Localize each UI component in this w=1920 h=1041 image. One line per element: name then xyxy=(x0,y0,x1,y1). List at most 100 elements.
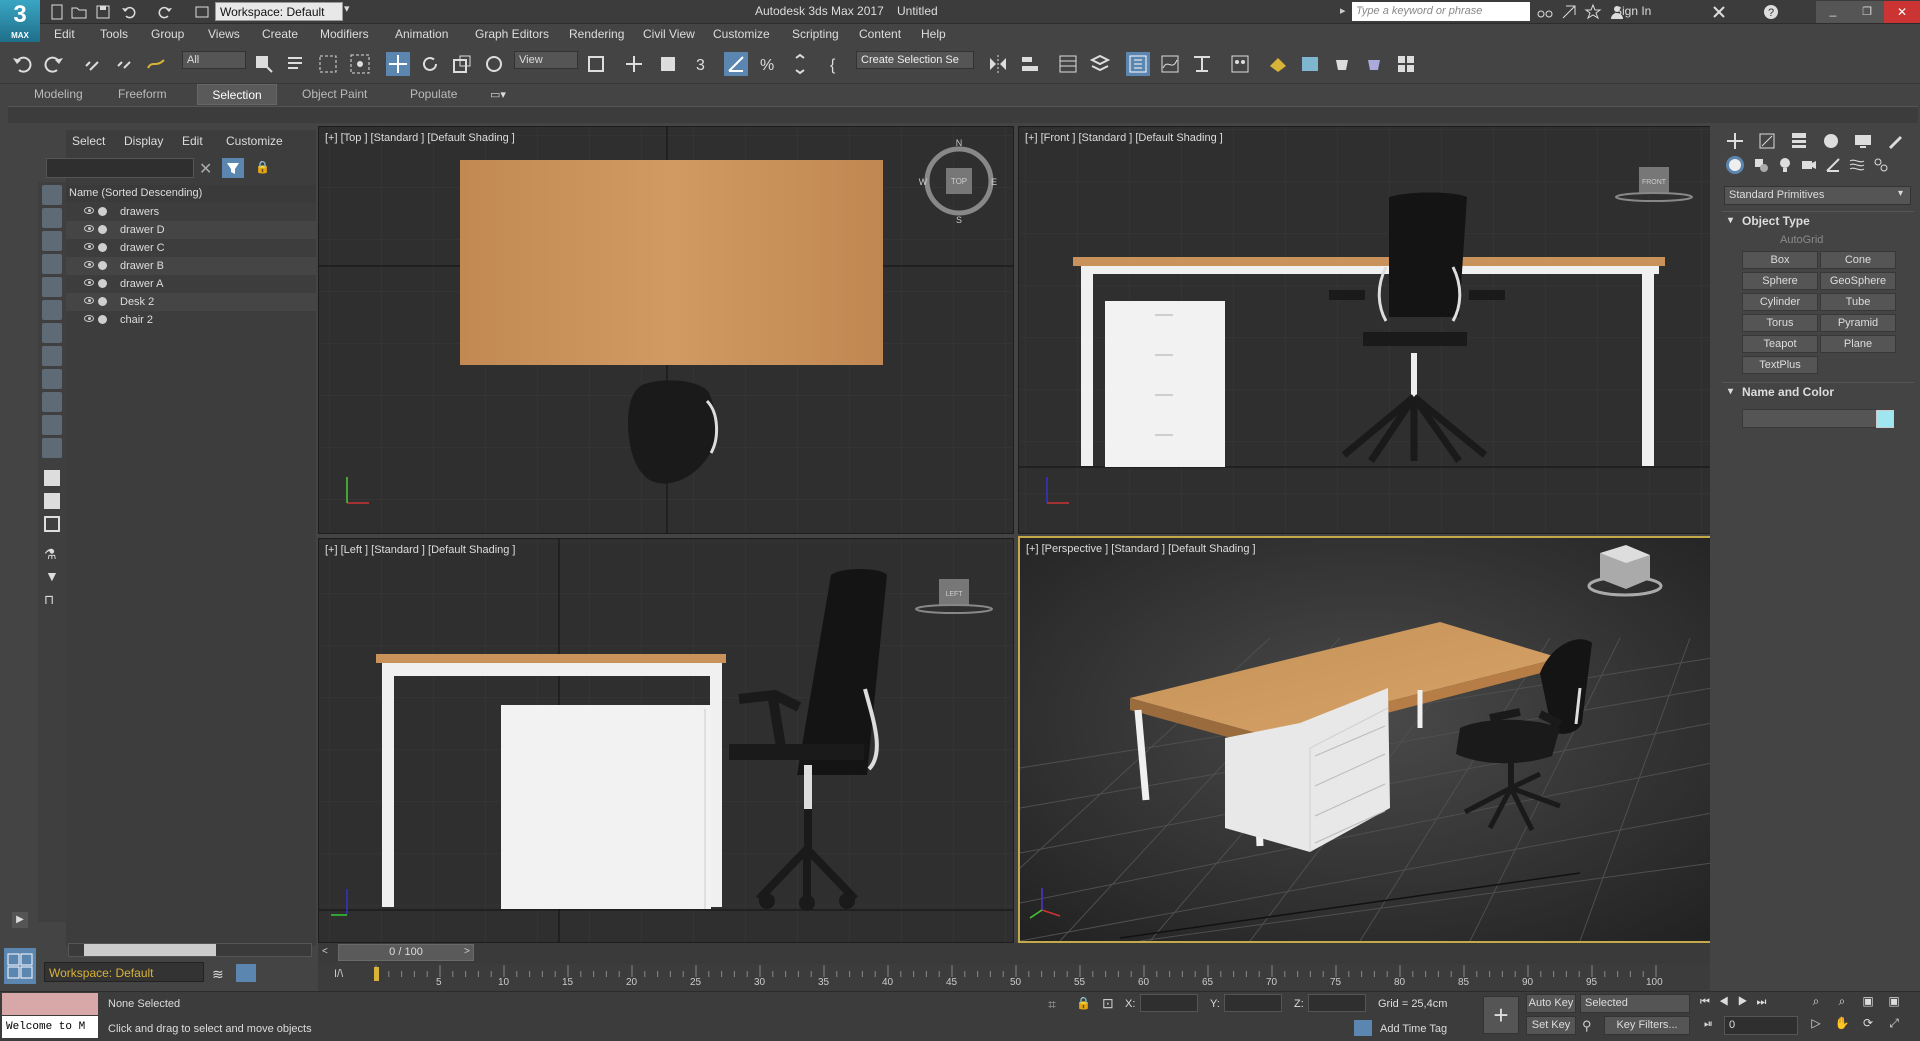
save-file-icon[interactable] xyxy=(94,3,112,21)
search-input[interactable]: Type a keyword or phrase xyxy=(1352,2,1530,21)
render-cloud-icon[interactable] xyxy=(1394,52,1418,76)
maxscript-listener-top[interactable] xyxy=(2,993,98,1015)
move-icon[interactable] xyxy=(386,52,410,76)
shapes-icon[interactable] xyxy=(1752,156,1770,174)
next-frame-icon[interactable]: > xyxy=(464,946,470,957)
search-arrow-icon[interactable]: ▸ xyxy=(1340,4,1346,17)
edit-named-selection-icon[interactable]: { xyxy=(826,52,850,76)
viewport-left[interactable]: [+] [Left ] [Standard ] [Default Shading… xyxy=(318,538,1014,943)
tab-populate[interactable]: Populate xyxy=(400,84,467,105)
menu-civil-view[interactable]: Civil View xyxy=(643,27,695,41)
sx-filter-icon[interactable] xyxy=(222,158,244,178)
viewport-label[interactable]: [+] [Left ] [Standard ] [Default Shading… xyxy=(325,544,515,556)
layer-icon[interactable] xyxy=(44,493,60,509)
isolate-selection-icon[interactable]: ⌗ xyxy=(1048,996,1056,1013)
material-editor-icon[interactable] xyxy=(1228,52,1252,76)
zoom-extents-all-icon[interactable]: ▣ xyxy=(1882,994,1906,1013)
time-slider[interactable]: 0 / 100 xyxy=(338,944,474,961)
display-helpers-icon[interactable] xyxy=(42,277,62,297)
motion-tab-icon[interactable] xyxy=(1820,130,1842,152)
unlink-icon[interactable] xyxy=(112,52,136,76)
display-hidden-icon[interactable] xyxy=(42,438,62,458)
viewport-label[interactable]: [+] [Top ] [Standard ] [Default Shading … xyxy=(325,132,515,144)
playback-controls[interactable]: ⏮◀▶⏭ xyxy=(1700,996,1775,1009)
sign-in-link[interactable]: Sign In xyxy=(1614,4,1651,18)
sx-lock-icon[interactable]: 🔒 xyxy=(255,160,270,174)
sx-clear-icon[interactable]: ✕ xyxy=(199,159,212,179)
name-and-color-rollout[interactable]: Name and Color xyxy=(1722,382,1914,401)
key-set-dropdown[interactable]: Selected xyxy=(1580,994,1690,1013)
render-dot-icon[interactable] xyxy=(98,279,107,288)
autogrid-checkbox[interactable]: AutoGrid xyxy=(1780,234,1823,246)
selection-lock-icon[interactable]: 🔒 xyxy=(1076,996,1091,1010)
dropdown-arrow-icon[interactable]: ▾ xyxy=(1898,188,1903,199)
spinner-snap-icon[interactable] xyxy=(788,52,812,76)
schematic-view-icon[interactable] xyxy=(1190,52,1214,76)
workspace-dropdown-arrow-icon[interactable]: ▾ xyxy=(344,2,350,15)
systems-icon[interactable] xyxy=(1872,156,1890,174)
tab-modeling[interactable]: Modeling xyxy=(24,84,93,105)
undo-icon[interactable] xyxy=(10,52,34,76)
redo-icon[interactable] xyxy=(42,52,66,76)
reference-coordinate-dropdown[interactable]: View xyxy=(514,51,578,69)
frozen-icon[interactable] xyxy=(44,470,60,486)
toggle-layer-explorer-icon[interactable] xyxy=(1088,52,1112,76)
set-key-plus-icon[interactable]: + xyxy=(1483,996,1519,1034)
help-icon[interactable]: ? xyxy=(1762,3,1780,21)
viewport-perspective[interactable]: [+] [Perspective ] [Standard ] [Default … xyxy=(1018,536,1714,943)
container-icon[interactable]: ⊓ xyxy=(44,592,54,608)
rect-selection-icon[interactable] xyxy=(316,52,340,76)
sx-tab-select[interactable]: Select xyxy=(72,134,105,148)
cameras-icon[interactable] xyxy=(1800,156,1818,174)
viewport-layout-icon[interactable] xyxy=(4,948,36,984)
time-tag-icon[interactable] xyxy=(1354,1020,1372,1036)
render-dot-icon[interactable] xyxy=(98,261,107,270)
find-icon[interactable]: ⚗ xyxy=(44,546,57,563)
sx-scroll-thumb[interactable] xyxy=(84,944,216,956)
display-tab-icon[interactable] xyxy=(1852,130,1874,152)
modify-tab-icon[interactable] xyxy=(1756,130,1778,152)
x-coordinate-field[interactable] xyxy=(1140,994,1198,1012)
render-dot-icon[interactable] xyxy=(98,225,107,234)
menu-create[interactable]: Create xyxy=(262,27,298,41)
menu-content[interactable]: Content xyxy=(859,27,901,41)
geometry-icon[interactable] xyxy=(1726,156,1744,174)
ribbon-toggle-icon[interactable]: ▭▾ xyxy=(490,88,512,101)
percent-snap-icon[interactable]: % xyxy=(756,52,780,76)
list-item[interactable]: drawer C xyxy=(66,239,316,257)
render-dot-icon[interactable] xyxy=(98,315,107,324)
favorite-star-icon[interactable] xyxy=(1584,3,1602,21)
list-item[interactable]: chair 2 xyxy=(66,311,316,329)
visibility-eye-icon[interactable] xyxy=(84,261,94,268)
zoom-icon[interactable]: ⌕ xyxy=(1804,994,1828,1013)
list-item[interactable]: drawer A xyxy=(66,275,316,293)
select-manipulate-icon[interactable] xyxy=(622,52,646,76)
link-icon[interactable] xyxy=(80,52,104,76)
visibility-eye-icon[interactable] xyxy=(84,243,94,250)
new-file-icon[interactable] xyxy=(48,3,66,21)
rotate-icon[interactable] xyxy=(418,52,442,76)
workspace-selector[interactable]: Workspace: Default xyxy=(44,962,204,982)
render-dot-icon[interactable] xyxy=(98,243,107,252)
cone-button[interactable]: Cone xyxy=(1820,251,1896,269)
maximize-viewport-icon[interactable]: ⤢ xyxy=(1882,1016,1906,1035)
list-item[interactable]: drawer B xyxy=(66,257,316,275)
select-object-icon[interactable] xyxy=(252,52,276,76)
sx-search-input[interactable] xyxy=(46,158,194,178)
menu-help[interactable]: Help xyxy=(921,27,946,41)
angle-snap-icon[interactable] xyxy=(724,52,748,76)
restore-icon[interactable]: ❐ xyxy=(1850,1,1884,23)
menu-tools[interactable]: Tools xyxy=(100,27,128,41)
pivot-center-icon[interactable] xyxy=(584,52,608,76)
hierarchy-tab-icon[interactable] xyxy=(1788,130,1810,152)
add-time-tag-button[interactable]: Add Time Tag xyxy=(1380,1023,1447,1035)
maxscript-mini-listener[interactable]: Welcome to M xyxy=(2,1016,98,1038)
current-frame-field[interactable]: 0 xyxy=(1724,1016,1798,1035)
torus-button[interactable]: Torus xyxy=(1742,314,1818,332)
utilities-tab-icon[interactable] xyxy=(1884,130,1906,152)
tube-button[interactable]: Tube xyxy=(1820,293,1896,311)
pyramid-button[interactable]: Pyramid xyxy=(1820,314,1896,332)
visibility-eye-icon[interactable] xyxy=(84,225,94,232)
render-setup-icon[interactable] xyxy=(1266,52,1290,76)
scale-icon[interactable] xyxy=(450,52,474,76)
